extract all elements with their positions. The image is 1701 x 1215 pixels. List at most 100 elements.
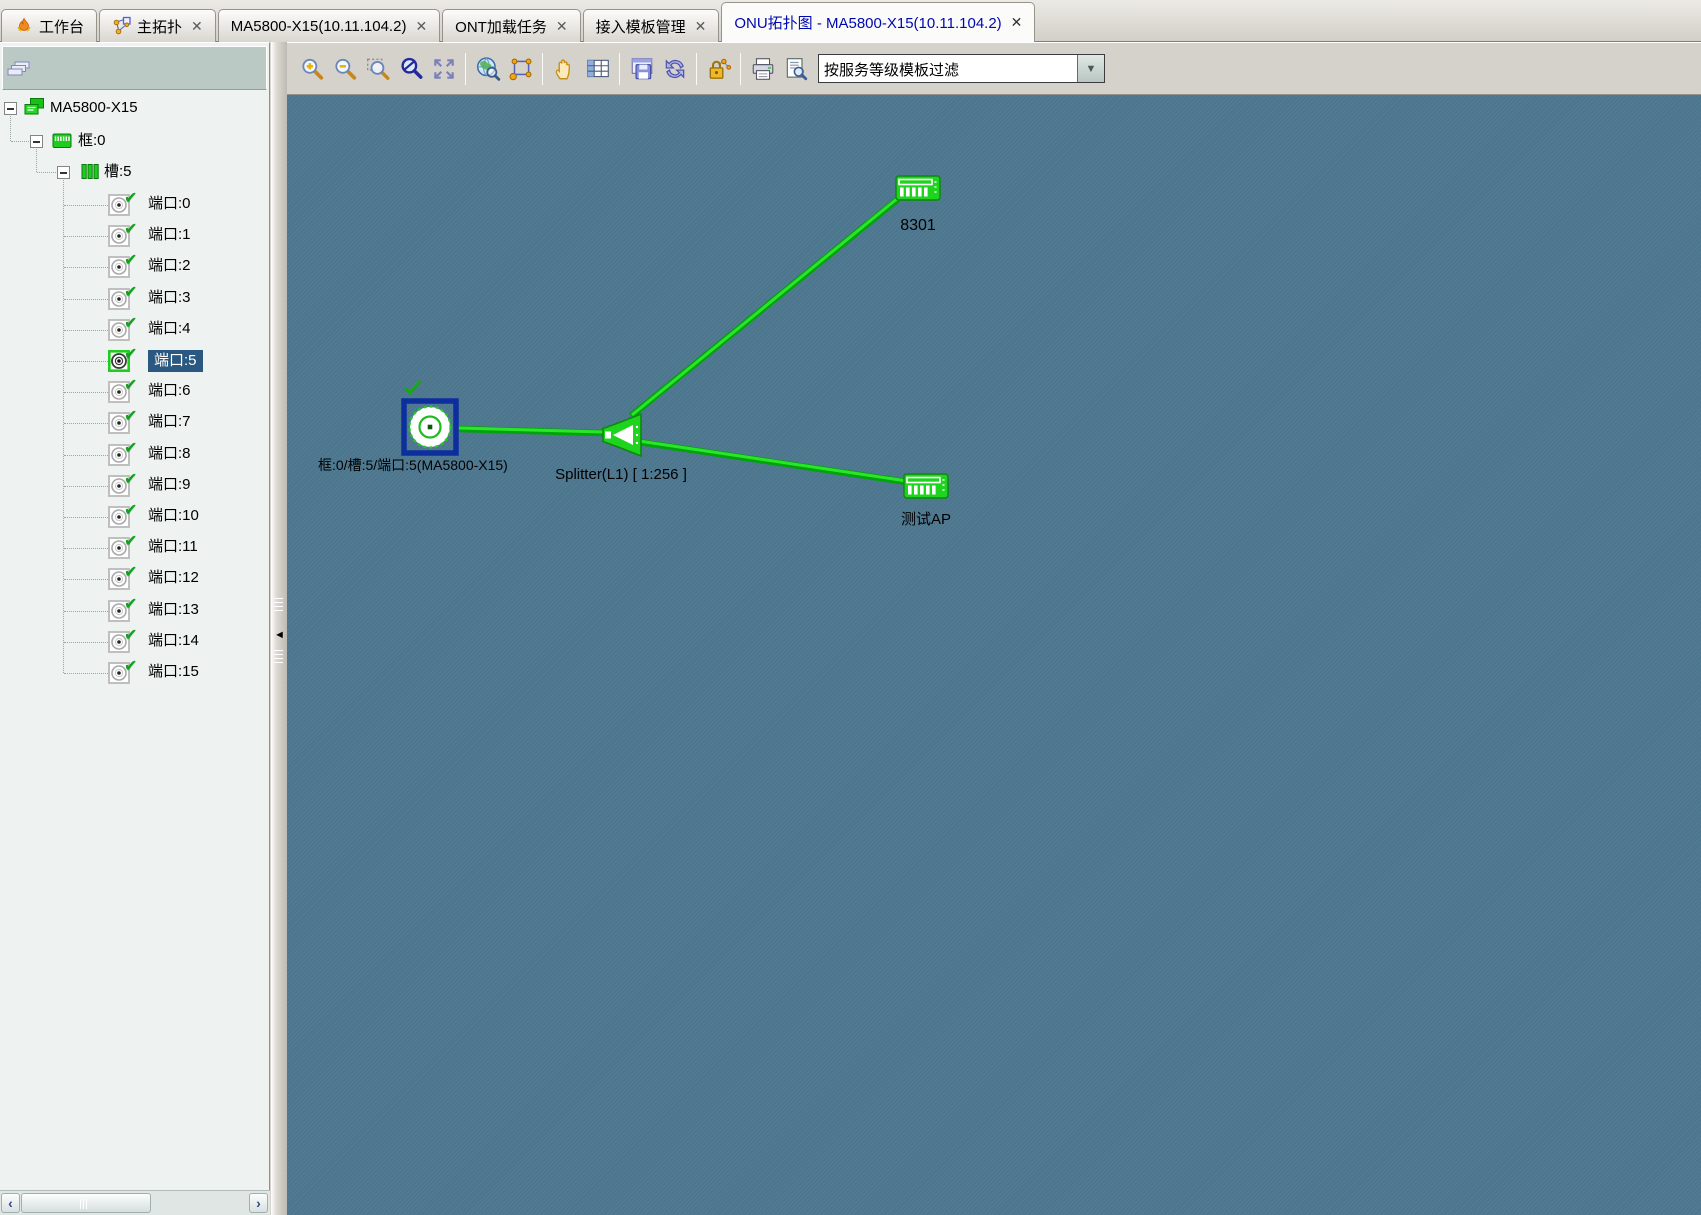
expander-icon[interactable] bbox=[57, 166, 70, 179]
pan-hand-icon bbox=[552, 56, 578, 82]
toolbar-separator bbox=[619, 52, 620, 85]
tree-port-label[interactable]: 端口:8 bbox=[148, 444, 191, 464]
tree-port-label[interactable]: 端口:15 bbox=[148, 662, 199, 682]
data-table-button[interactable] bbox=[584, 55, 611, 83]
onu-icon bbox=[903, 473, 949, 499]
tree-port-label[interactable]: 端口:12 bbox=[148, 568, 199, 588]
topology-canvas[interactable]: 框:0/槽:5/端口:5(MA5800-X15) Splitter(L1) [ … bbox=[287, 95, 1701, 1215]
tree-node-root-label[interactable]: MA5800-X15 bbox=[50, 98, 138, 118]
scroll-left-icon[interactable]: ‹ bbox=[1, 1193, 20, 1213]
tree-connector bbox=[64, 455, 108, 456]
save-topology-icon bbox=[629, 56, 655, 82]
expander-icon[interactable] bbox=[4, 102, 17, 115]
pon-port-icon bbox=[401, 398, 459, 456]
tree-node-frame-label[interactable]: 框:0 bbox=[78, 131, 106, 151]
tree-port-label[interactable]: 端口:0 bbox=[148, 194, 191, 214]
tab-main-topology[interactable]: 主拓扑 ✕ bbox=[99, 9, 216, 42]
onu-label: 8301 bbox=[900, 217, 936, 234]
overview-globe-button[interactable] bbox=[474, 55, 501, 83]
onu-node[interactable] bbox=[895, 175, 941, 205]
tab-label: ONU拓扑图 - MA5800-X15(10.11.104.2) bbox=[734, 15, 1002, 32]
device-tree-panel: MA5800-X15 框:0 槽:5 ✔ 端口:0 ✔ 端口:1 ✔ 端口:2 ✔ 端口:3 ✔… bbox=[0, 42, 270, 1215]
tree-port-label[interactable]: 端口:6 bbox=[148, 381, 191, 401]
expander-icon[interactable] bbox=[30, 135, 43, 148]
onu-label: 测试AP bbox=[900, 511, 951, 528]
data-table-icon bbox=[585, 56, 611, 82]
splitter-grip bbox=[274, 598, 283, 611]
refresh-button[interactable] bbox=[661, 55, 688, 83]
olt-port-label: 框:0/槽:5/端口:5(MA5800-X15) bbox=[318, 457, 508, 473]
tree-port-label[interactable]: 端口:13 bbox=[148, 600, 199, 620]
zoom-in-button[interactable] bbox=[298, 55, 325, 83]
status-check-icon: ✔ bbox=[124, 502, 138, 519]
tree-port-label[interactable]: 端口:10 bbox=[148, 506, 199, 526]
zoom-marquee-button[interactable] bbox=[364, 55, 391, 83]
zoom-reset-button[interactable] bbox=[397, 55, 424, 83]
pan-hand-button[interactable] bbox=[551, 55, 578, 83]
scrollbar-thumb[interactable] bbox=[21, 1193, 151, 1213]
slot-icon bbox=[80, 163, 100, 181]
status-check-icon: ✔ bbox=[124, 440, 138, 457]
status-check-icon: ✔ bbox=[124, 408, 138, 425]
status-check-icon: ✔ bbox=[124, 284, 138, 301]
dropdown-arrow-icon[interactable]: ▼ bbox=[1077, 55, 1104, 82]
splitter-label: Splitter(L1) [ 1:256 ] bbox=[555, 466, 687, 483]
tree-connector bbox=[64, 267, 108, 268]
close-icon[interactable]: ✕ bbox=[556, 18, 568, 35]
tree-node-slot-label[interactable]: 槽:5 bbox=[104, 162, 132, 182]
service-template-filter-select[interactable]: 按服务等级模板过滤 ▼ bbox=[818, 54, 1105, 83]
status-check-icon: ✔ bbox=[124, 564, 138, 581]
layout-frame-button[interactable] bbox=[507, 55, 534, 83]
save-topology-button[interactable] bbox=[628, 55, 655, 83]
tree-connector bbox=[11, 141, 29, 142]
layout-frame-icon bbox=[508, 56, 534, 82]
scrollbar-grip bbox=[80, 1199, 87, 1209]
tab-label: 主拓扑 bbox=[137, 18, 183, 36]
status-check-icon: ✔ bbox=[124, 315, 138, 332]
fit-view-button[interactable] bbox=[430, 55, 457, 83]
scroll-right-icon[interactable]: › bbox=[249, 1193, 268, 1213]
topology-edges bbox=[458, 196, 908, 486]
overview-globe-icon bbox=[475, 56, 501, 82]
close-icon[interactable]: ✕ bbox=[415, 18, 427, 35]
tree-port-label[interactable]: 端口:2 bbox=[148, 256, 191, 276]
tree-connector bbox=[36, 149, 37, 172]
tree-port-label[interactable]: 端口:3 bbox=[148, 288, 191, 308]
onu-node[interactable] bbox=[903, 473, 949, 503]
tab-ont-load-task[interactable]: ONT加载任务 ✕ bbox=[442, 9, 581, 42]
status-check-icon: ✔ bbox=[124, 471, 138, 488]
tree-port-label[interactable]: 端口:14 bbox=[148, 631, 199, 651]
close-icon[interactable]: ✕ bbox=[695, 18, 707, 35]
panel-splitter[interactable]: ◄ bbox=[271, 42, 287, 1215]
zoom-out-button[interactable] bbox=[331, 55, 358, 83]
tree-connector bbox=[64, 548, 108, 549]
tree-connector bbox=[64, 392, 108, 393]
print-preview-button[interactable] bbox=[782, 55, 809, 83]
tree-port-label[interactable]: 端口:5 bbox=[148, 350, 203, 372]
tree-port-label[interactable]: 端口:11 bbox=[148, 537, 198, 557]
tree-port-label[interactable]: 端口:7 bbox=[148, 412, 191, 432]
tree-port-label[interactable]: 端口:1 bbox=[148, 225, 191, 245]
ne-device-icon bbox=[24, 97, 45, 117]
splitter-node[interactable] bbox=[600, 412, 644, 462]
tree-port-label[interactable]: 端口:9 bbox=[148, 475, 191, 495]
tree-connector bbox=[10, 116, 11, 141]
lock-topology-button[interactable] bbox=[705, 55, 732, 83]
print-icon bbox=[750, 56, 776, 82]
tree-horizontal-scrollbar[interactable]: ‹ › bbox=[0, 1190, 270, 1215]
toolbar-separator bbox=[542, 52, 543, 85]
print-button[interactable] bbox=[749, 55, 776, 83]
toolbar-separator bbox=[465, 52, 466, 85]
tab-workbench[interactable]: 工作台 bbox=[1, 9, 98, 42]
tab-device[interactable]: MA5800-X15(10.11.104.2) ✕ bbox=[217, 9, 441, 42]
collapse-panel-icon[interactable]: ◄ bbox=[274, 630, 285, 641]
close-icon[interactable]: ✕ bbox=[1011, 14, 1023, 31]
tab-label: 工作台 bbox=[39, 18, 85, 36]
close-icon[interactable]: ✕ bbox=[191, 18, 203, 35]
tab-access-template-mgmt[interactable]: 接入模板管理 ✕ bbox=[582, 9, 720, 42]
nms-window: 工作台 主拓扑 ✕ MA5800-X15(10.11.104.2) ✕ ONT加载任务 ✕ 接… bbox=[0, 0, 1701, 1215]
status-check-icon bbox=[403, 379, 422, 396]
status-check-icon: ✔ bbox=[124, 252, 138, 269]
tab-onu-topology[interactable]: ONU拓扑图 - MA5800-X15(10.11.104.2) ✕ bbox=[721, 2, 1036, 42]
tree-port-label[interactable]: 端口:4 bbox=[148, 319, 191, 339]
